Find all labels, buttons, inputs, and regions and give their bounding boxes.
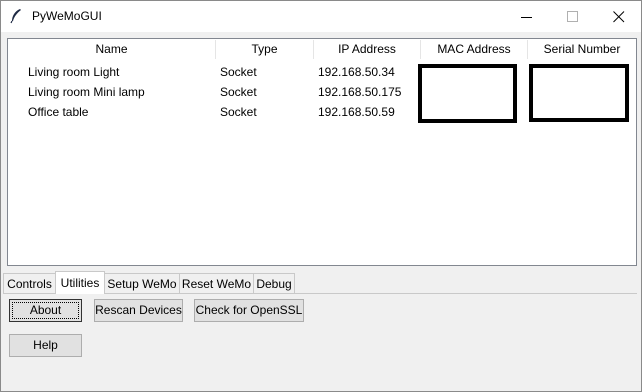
- mac-address-redaction-box: [418, 64, 517, 123]
- tab-utilities[interactable]: Utilities: [55, 271, 105, 294]
- table-row-ip[interactable]: 192.168.50.34: [318, 62, 395, 82]
- device-table[interactable]: Name Type IP Address MAC Address Serial …: [7, 38, 637, 266]
- column-header-name[interactable]: Name: [8, 39, 215, 60]
- column-header-serial-number[interactable]: Serial Number: [528, 39, 636, 60]
- help-button[interactable]: Help: [9, 334, 82, 357]
- tab-debug[interactable]: Debug: [253, 273, 295, 293]
- close-button[interactable]: [596, 1, 641, 32]
- tab-setup-wemo[interactable]: Setup WeMo: [104, 273, 180, 293]
- maximize-button[interactable]: [550, 1, 596, 32]
- table-row-type[interactable]: Socket: [220, 102, 257, 122]
- rescan-devices-button[interactable]: Rescan Devices: [94, 299, 183, 322]
- table-row-name[interactable]: Office table: [28, 102, 88, 122]
- close-icon: [613, 11, 625, 23]
- check-openssl-button[interactable]: Check for OpenSSL: [194, 299, 304, 322]
- about-button[interactable]: About: [9, 299, 82, 322]
- tab-controls[interactable]: Controls: [3, 273, 56, 293]
- table-row-ip[interactable]: 192.168.50.59: [318, 102, 395, 122]
- column-header-ip-address[interactable]: IP Address: [314, 39, 420, 60]
- column-header-mac-address[interactable]: MAC Address: [421, 39, 527, 60]
- maximize-icon: [567, 11, 578, 22]
- minimize-button[interactable]: [504, 1, 550, 32]
- table-row-name[interactable]: Living room Light: [28, 62, 119, 82]
- tab-reset-wemo[interactable]: Reset WeMo: [179, 273, 254, 293]
- serial-number-redaction-box: [529, 64, 629, 122]
- minimize-icon: [521, 17, 532, 18]
- feather-icon: [10, 9, 21, 24]
- table-row-type[interactable]: Socket: [220, 62, 257, 82]
- column-header-type[interactable]: Type: [216, 39, 313, 60]
- table-row-ip[interactable]: 192.168.50.175: [318, 82, 401, 102]
- window-title: PyWeMoGUI: [32, 9, 102, 23]
- title-bar[interactable]: PyWeMoGUI: [1, 1, 641, 32]
- main-window: PyWeMoGUI Name Type IP Address MAC Addre…: [0, 0, 642, 392]
- table-row-name[interactable]: Living room Mini lamp: [28, 82, 145, 102]
- table-row-type[interactable]: Socket: [220, 82, 257, 102]
